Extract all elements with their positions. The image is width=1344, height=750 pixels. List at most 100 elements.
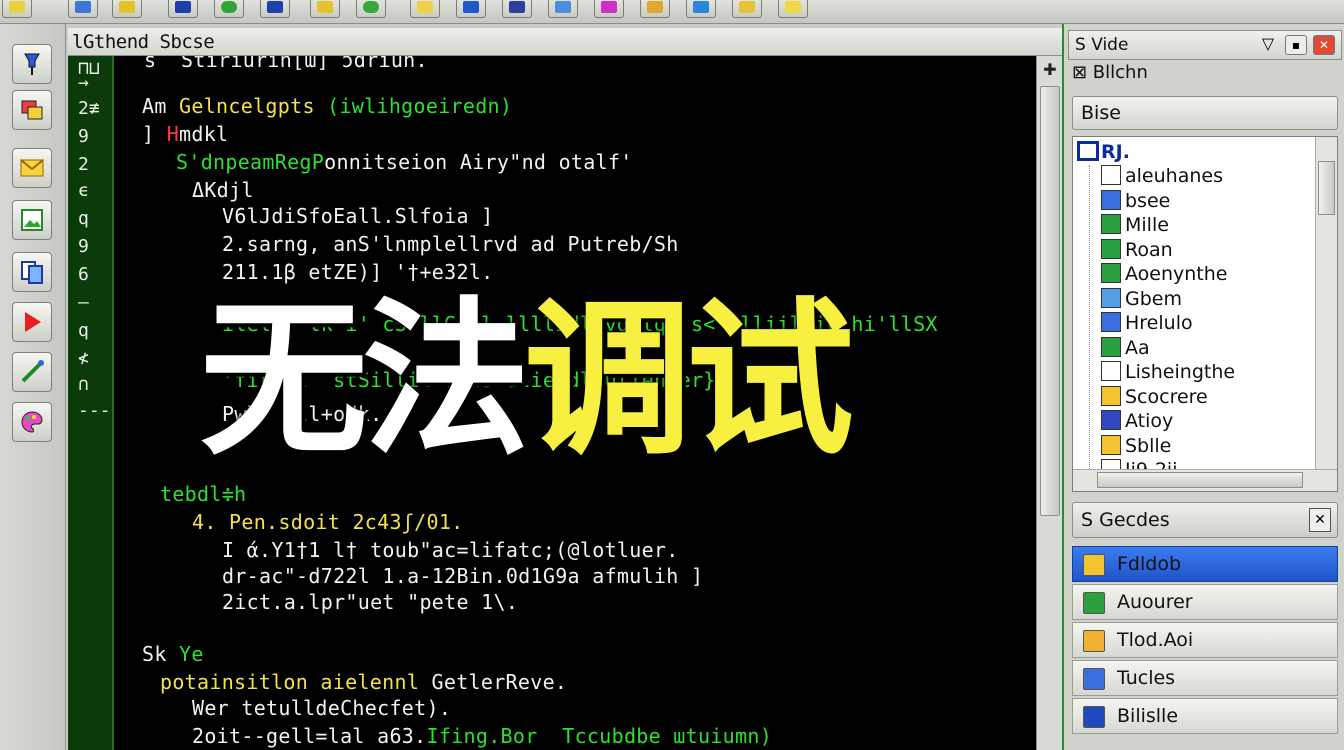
tree-root-label: RJ.: [1101, 141, 1130, 163]
scrollbar-thumb[interactable]: [1097, 472, 1303, 488]
code-token: potainsitlon aielennl: [160, 670, 432, 694]
editor-vertical-scrollbar[interactable]: ✚: [1036, 56, 1062, 750]
toolbar-button-16[interactable]: [732, 0, 762, 18]
toolbar-button-4[interactable]: [168, 0, 198, 18]
code-line: s Stiriurin[ɯ] ɔɑriun.: [144, 56, 428, 72]
tool-line-button[interactable]: [12, 352, 52, 392]
object-tree[interactable]: RJ. aleuhanes bsee Mille Roan Aoenynthe Gbem H…: [1072, 136, 1338, 492]
code-line: 2ict.a.lpr"uet "pete 1\.: [222, 590, 518, 614]
pin-icon: [24, 53, 40, 75]
tree-horizontal-scrollbar[interactable]: [1073, 469, 1337, 491]
toolbar-button-6[interactable]: [260, 0, 290, 18]
toolbar-button-1[interactable]: [2, 0, 32, 18]
close-section-icon[interactable]: ✕: [1309, 508, 1331, 532]
tool-palette-button[interactable]: [12, 402, 52, 442]
code-line: 211.1β etZE)] '†+e32l.: [222, 260, 494, 284]
tree-item-icon: [1101, 214, 1121, 234]
tool-pin-button[interactable]: [12, 44, 52, 84]
play-icon: [25, 312, 41, 332]
code-line: S'dnpeamRegPonnitseion Airy"nd otalf': [176, 150, 633, 174]
tool-mail-button[interactable]: [12, 148, 52, 188]
tree-item[interactable]: Lisheingthe: [1101, 361, 1235, 385]
toolbar-button-12[interactable]: [548, 0, 578, 18]
toolbar-button-3[interactable]: [112, 0, 142, 18]
code-token: I ά.Y1†1 l† toub"ac=lifatc;(@lotluer.: [222, 538, 679, 562]
tree-item[interactable]: Gbem: [1101, 287, 1182, 312]
code-line: Wer tetulldeChecfet).: [192, 696, 451, 720]
code-token: Pen.sdoit 2c43ʃ/01.: [229, 510, 464, 534]
code-token: H: [166, 122, 180, 146]
section-item[interactable]: Auourer: [1072, 584, 1338, 620]
tree-item-label: Aa: [1125, 336, 1150, 359]
panel-toolbar-row[interactable]: ⊠ Bllchn: [1072, 62, 1148, 90]
toolbar-button-9[interactable]: [410, 0, 440, 18]
toolbar-button-17[interactable]: [778, 0, 808, 18]
restore-icon[interactable]: ▪: [1285, 35, 1307, 55]
tree-item-label: Mille: [1125, 214, 1169, 236]
tree-item[interactable]: Roan: [1101, 238, 1173, 263]
chevron-down-icon[interactable]: ▽: [1257, 35, 1279, 55]
code-line: V6lJdiSfoEall.Slfoia ]: [222, 204, 494, 228]
tool-run-button[interactable]: [12, 302, 52, 342]
toolbar-button-15[interactable]: [686, 0, 716, 18]
overlay-caption: 无法调试: [200, 285, 854, 475]
section-item[interactable]: Bilislle: [1072, 698, 1338, 734]
section-item[interactable]: Tlod.Aoi: [1072, 622, 1338, 658]
tree-item[interactable]: Mille: [1101, 214, 1169, 238]
image-icon: [21, 209, 43, 231]
section-item-label: Fdldob: [1117, 553, 1182, 575]
tree-vertical-scrollbar[interactable]: [1315, 137, 1337, 469]
tool-image-button[interactable]: [12, 200, 52, 240]
code-token: Wer tetulldeChecfet).: [192, 696, 452, 720]
folder-icon: [1077, 141, 1099, 161]
toolbar-button-13[interactable]: [594, 0, 624, 18]
section-header[interactable]: S Gecdes ✕: [1072, 502, 1338, 538]
tree-item[interactable]: Scocrere: [1101, 385, 1208, 410]
tree-item-label: Atioy: [1125, 410, 1174, 432]
code-token: Am: [142, 94, 180, 118]
tree-item[interactable]: Sblle: [1101, 434, 1171, 459]
editor-title: lGthend Sbcse: [72, 31, 215, 53]
mail-icon: [20, 159, 44, 177]
scroll-up-icon[interactable]: ✚: [1040, 60, 1060, 80]
tree-item[interactable]: Aa: [1101, 336, 1150, 361]
tree-item[interactable]: bsee: [1101, 189, 1171, 214]
section-item[interactable]: Fdldob: [1072, 546, 1338, 582]
code-token: 2ict.a.lpr"uet "pete 1\.: [222, 590, 519, 614]
toolbar-button-14[interactable]: [640, 0, 670, 18]
open-icon: [417, 1, 433, 13]
tree-item-label: aleuhanes: [1125, 165, 1223, 187]
tree-item[interactable]: aleuhanes: [1101, 165, 1223, 189]
tool-layers-button[interactable]: [12, 90, 52, 130]
tree-item[interactable]: Hrelulo: [1101, 312, 1193, 336]
scrollbar-thumb[interactable]: [1040, 86, 1060, 516]
panel-filter-field[interactable]: Bise: [1072, 96, 1338, 130]
toolbar-button-5[interactable]: [214, 0, 244, 18]
section-item-label: Tlod.Aoi: [1117, 629, 1194, 651]
close-icon[interactable]: ✕: [1313, 35, 1335, 55]
toolbar-button-11[interactable]: [502, 0, 532, 18]
toolbar-button-2[interactable]: [68, 0, 98, 18]
toolbar-button-8[interactable]: [356, 0, 386, 18]
tree-item-label: Roan: [1125, 238, 1173, 261]
section-item-label: Bilislle: [1117, 705, 1179, 727]
toolbar-button-7[interactable]: [310, 0, 340, 18]
scrollbar-thumb[interactable]: [1318, 161, 1335, 215]
code-token: ΔKdjl: [192, 178, 254, 202]
code-line: 2oit--gell=lal a63.Ifing.Bor Tccubdbe ɯt…: [192, 724, 772, 748]
tree-item[interactable]: Atioy: [1101, 410, 1173, 434]
tree-item-icon: [1101, 410, 1121, 430]
tree-root[interactable]: RJ.: [1077, 141, 1130, 163]
code-line: Am Gelncelgpts (iwlihgoeiredn): [142, 94, 512, 118]
right-panel: S Vide ▽ ▪ ✕ ⊠ Bllchn Bise RJ. aleuhanes…: [1062, 24, 1344, 750]
section-item[interactable]: Tucles: [1072, 660, 1338, 696]
tree-item-label: bsee: [1125, 189, 1171, 212]
editor-title-bar: lGthend Sbcse: [68, 28, 1062, 56]
code-token: (iwlihgoeiredn): [327, 94, 513, 118]
toolbar-button-10[interactable]: [456, 0, 486, 18]
tree-item[interactable]: Aoenynthe: [1101, 263, 1228, 287]
tool-copy-button[interactable]: [12, 252, 52, 292]
arrow-icon: [9, 1, 25, 13]
code-token: Ifing.Bor Tccubdbe ɯtuiumn): [426, 724, 773, 748]
code-line: ] Hmdkl: [142, 122, 228, 146]
